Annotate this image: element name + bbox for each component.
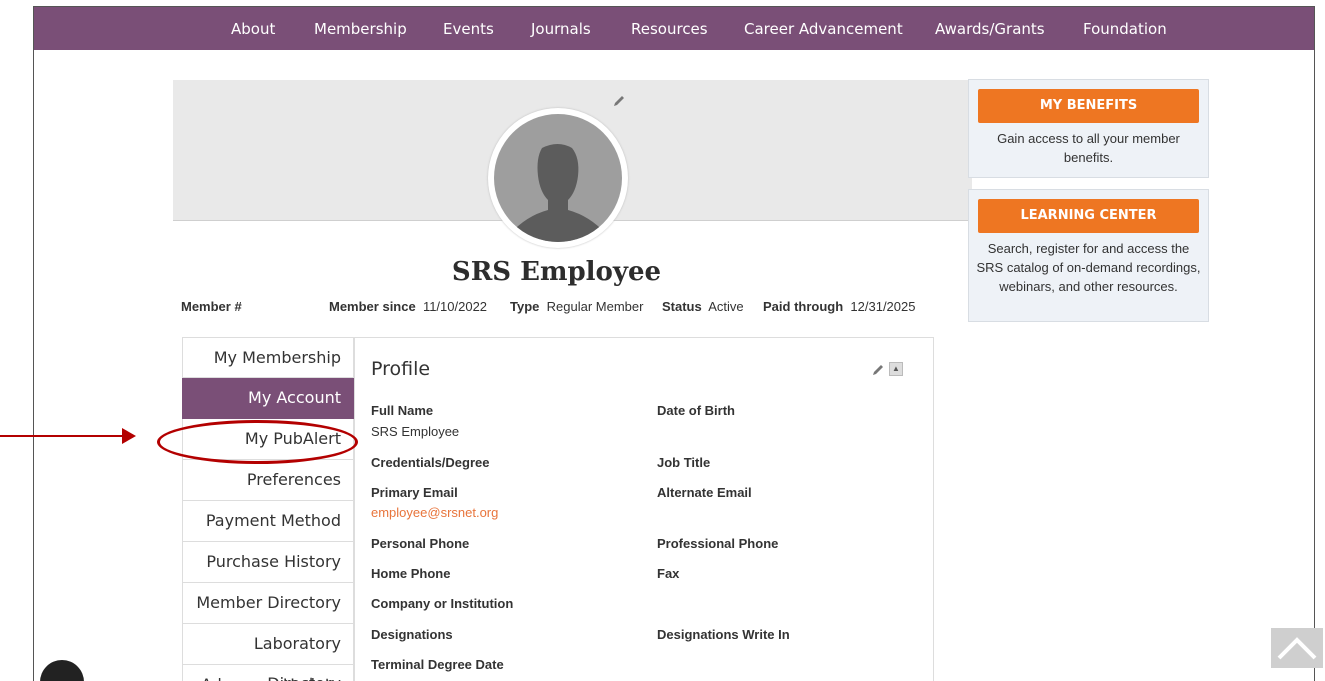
callout-arrow-head-icon: [122, 428, 136, 444]
learning-center-text: Search, register for and access the SRS …: [976, 241, 1201, 294]
member-since: Member since 11/10/2022: [329, 299, 488, 314]
dob-label: Date of Birth: [657, 403, 735, 418]
nav-career-advancement[interactable]: Career Advancement: [744, 20, 903, 38]
credentials-label: Credentials/Degree: [371, 455, 490, 470]
profile-title: Profile: [371, 358, 431, 380]
primary-email-label: Primary Email: [371, 485, 458, 500]
designations-write-in-label: Designations Write In: [657, 627, 790, 642]
sidebar-item-laboratory-directory[interactable]: Laboratory Directory: [182, 624, 354, 681]
browser-viewport: About Membership Events Journals Resourc…: [33, 6, 1315, 681]
sidebar-item-preferences[interactable]: Preferences: [182, 460, 354, 501]
alternate-email-label: Alternate Email: [657, 485, 752, 500]
my-benefits-button[interactable]: MY BENEFITS: [978, 89, 1199, 123]
full-name-label: Full Name: [371, 403, 434, 418]
default-avatar-icon: [494, 114, 622, 242]
nav-foundation[interactable]: Foundation: [1083, 20, 1167, 38]
full-name-value: SRS Employee: [371, 424, 460, 439]
job-title-label: Job Title: [657, 455, 711, 470]
company-label: Company or Institution: [371, 596, 514, 611]
learning-center-box: LEARNING CENTER Search, register for and…: [968, 189, 1209, 322]
sidebar-item-payment-method[interactable]: Payment Method: [182, 501, 354, 542]
home-phone-label: Home Phone: [371, 566, 451, 581]
chevron-up-icon: [1277, 637, 1317, 660]
sidebar-item-member-directory[interactable]: Member Directory: [182, 583, 354, 624]
account-side-menu: My Membership My Account My PubAlert Pre…: [182, 337, 354, 681]
personal-phone-label: Personal Phone: [371, 536, 470, 551]
sidebar-item-advocacy-update[interactable]: Advocacy Update: [182, 665, 354, 681]
collapse-triangle-icon[interactable]: ▲: [889, 362, 903, 376]
sidebar-item-purchase-history[interactable]: Purchase History: [182, 542, 354, 583]
edit-cover-pencil-icon[interactable]: [612, 94, 626, 108]
nav-about[interactable]: About: [231, 20, 275, 38]
my-benefits-box: MY BENEFITS Gain access to all your memb…: [968, 79, 1209, 178]
nav-awards-grants[interactable]: Awards/Grants: [935, 20, 1045, 38]
top-navigation: About Membership Events Journals Resourc…: [34, 7, 1314, 50]
sidebar-item-my-account[interactable]: My Account: [182, 378, 354, 419]
terminal-degree-label: Terminal Degree Date: [371, 657, 504, 672]
nav-resources[interactable]: Resources: [631, 20, 708, 38]
nav-events[interactable]: Events: [443, 20, 494, 38]
member-name: SRS Employee: [451, 257, 662, 287]
member-status: Status Active: [662, 299, 744, 314]
nav-membership[interactable]: Membership: [314, 20, 407, 38]
avatar[interactable]: [488, 108, 628, 248]
designations-label: Designations: [371, 627, 453, 642]
callout-arrow-line: [0, 435, 127, 437]
edit-profile-pencil-icon[interactable]: [871, 363, 885, 377]
member-paid-through: Paid through 12/31/2025: [763, 299, 916, 314]
callout-ring: [157, 420, 358, 464]
primary-email-link[interactable]: employee@srsnet.org: [371, 505, 498, 520]
member-type: Type Regular Member: [510, 299, 644, 314]
professional-phone-label: Professional Phone: [657, 536, 779, 551]
nav-journals[interactable]: Journals: [531, 20, 591, 38]
my-benefits-text: Gain access to all your member benefits.: [997, 131, 1180, 165]
learning-center-button[interactable]: LEARNING CENTER: [978, 199, 1199, 233]
fax-label: Fax: [657, 566, 680, 581]
scroll-to-top-button[interactable]: [1271, 628, 1323, 668]
member-number-label: Member #: [181, 299, 242, 314]
profile-card: Profile ▲ Full Name SRS Employee Date of…: [354, 337, 934, 681]
sidebar-item-my-membership[interactable]: My Membership: [182, 337, 354, 378]
